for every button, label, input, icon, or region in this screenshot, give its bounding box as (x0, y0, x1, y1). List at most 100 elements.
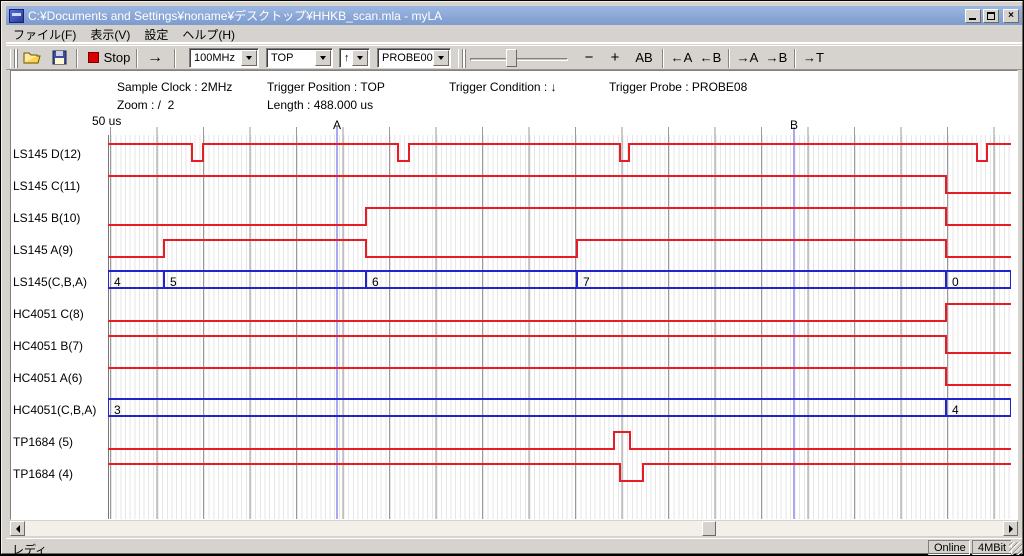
waveform-trace (108, 304, 1011, 321)
left-arrow-a-icon: ←A (671, 50, 693, 65)
status-bar: レディ Online 4MBit (6, 538, 1022, 555)
trigger-position-value: TOP (267, 52, 315, 64)
zoom-slider[interactable] (468, 48, 570, 69)
open-folder-icon (23, 50, 43, 65)
info-trigger-position: Trigger Position : TOP (267, 80, 385, 94)
bus-segment (577, 271, 946, 288)
dropdown-button[interactable] (241, 50, 257, 66)
toolbar-drag-handle[interactable] (10, 49, 15, 68)
info-sample-clock: Sample Clock : 2MHz (117, 80, 232, 94)
info-trigger-probe: Trigger Probe : PROBE08 (609, 80, 747, 94)
time-scale-label: 50 us (92, 114, 121, 128)
waveform-canvas: 4567034 (108, 135, 1011, 519)
minus-icon: − (585, 49, 594, 66)
waveform-trace (108, 176, 1011, 193)
stop-label: Stop (104, 50, 131, 65)
channel-label: HC4051(C,B,A) (13, 403, 108, 417)
status-online-badge: Online (928, 540, 970, 555)
info-zoom: Zoom : / 2 (117, 98, 174, 112)
scroll-right-button[interactable] (1003, 521, 1018, 536)
toolbar-separator (794, 49, 796, 68)
title-bar[interactable]: C:¥Documents and Settings¥noname¥デスクトップ¥… (6, 6, 1022, 25)
maximize-button[interactable] (983, 9, 999, 23)
channel-label: LS145 A(9) (13, 243, 108, 257)
toolbar-drag-handle[interactable] (458, 49, 463, 68)
waveform-trace (108, 208, 1011, 225)
status-memory-badge: 4MBit (972, 540, 1012, 555)
trigger-probe-select[interactable]: PROBE00 (377, 48, 451, 68)
save-file-button[interactable] (47, 46, 71, 69)
bus-segment (108, 399, 946, 416)
zoom-slider-thumb[interactable] (506, 49, 517, 67)
bus-value: 0 (952, 275, 959, 289)
trigger-position-select[interactable]: TOP (266, 48, 333, 68)
waveform-trace (108, 368, 1011, 385)
waveform-trace (108, 240, 1011, 257)
triangle-left-icon (16, 525, 20, 533)
plus-icon: + (611, 49, 620, 66)
maximize-icon (987, 12, 995, 20)
channel-label: TP1684 (4) (13, 467, 108, 481)
move-a-left-button[interactable]: ←A (668, 46, 695, 69)
info-trigger-condition: Trigger Condition : ↓ (449, 80, 557, 94)
bus-segment (366, 271, 577, 288)
single-run-button[interactable]: → (142, 46, 168, 69)
status-ready-text: レディ (12, 541, 47, 556)
zoom-ab-button[interactable]: AB (630, 46, 658, 69)
sample-clock-select[interactable]: 100MHz (189, 48, 259, 68)
stop-button[interactable]: Stop (84, 46, 134, 69)
left-arrow-b-icon: ←B (700, 50, 722, 65)
horizontal-scrollbar[interactable] (10, 521, 1018, 536)
channel-label: TP1684 (5) (13, 435, 108, 449)
app-icon (9, 9, 24, 23)
bus-value: 4 (114, 275, 121, 289)
chevron-down-icon (320, 56, 326, 60)
chevron-down-icon (357, 56, 363, 60)
zoom-in-button[interactable]: + (604, 46, 626, 69)
zoom-out-button[interactable]: − (578, 46, 600, 69)
ab-label: AB (635, 50, 652, 65)
waveform-trace (108, 144, 1011, 161)
scroll-left-button[interactable] (10, 521, 25, 536)
minimize-button[interactable] (965, 9, 981, 23)
menu-file[interactable]: ファイル(F) (6, 24, 83, 45)
move-a-right-button[interactable]: →A (734, 46, 761, 69)
right-arrow-b-icon: →B (766, 50, 788, 65)
bus-value: 4 (952, 403, 959, 417)
minimize-icon (969, 18, 976, 20)
resize-grip[interactable] (1009, 542, 1022, 555)
stop-icon (88, 52, 99, 63)
toolbar-separator (136, 49, 138, 68)
open-file-button[interactable] (20, 46, 46, 69)
bus-segment (164, 271, 366, 288)
sample-clock-value: 100MHz (190, 52, 241, 64)
menu-view[interactable]: 表示(V) (83, 24, 137, 45)
chevron-down-icon (246, 56, 252, 60)
chevron-down-icon (438, 56, 444, 60)
trigger-edge-value: ↑ (340, 52, 352, 64)
trigger-probe-value: PROBE00 (378, 52, 433, 64)
move-b-right-button[interactable]: →B (763, 46, 790, 69)
channel-label: LS145 C(11) (13, 179, 108, 193)
move-b-left-button[interactable]: ←B (697, 46, 724, 69)
channel-label: LS145 B(10) (13, 211, 108, 225)
trigger-edge-select[interactable]: ↑ (339, 48, 370, 68)
menu-settings[interactable]: 設定 (137, 24, 175, 45)
toolbar-separator (662, 49, 664, 68)
bus-value: 7 (583, 275, 590, 289)
channel-label: HC4051 C(8) (13, 307, 108, 321)
close-icon: × (1008, 11, 1014, 21)
right-arrow-a-icon: →A (737, 50, 759, 65)
menu-help[interactable]: ヘルプ(H) (175, 24, 242, 45)
goto-trigger-button[interactable]: →T (800, 46, 827, 69)
dropdown-button[interactable] (315, 50, 331, 66)
toolbar-separator (728, 49, 730, 68)
scrollbar-thumb[interactable] (702, 521, 716, 536)
bus-value: 3 (114, 403, 121, 417)
dropdown-button[interactable] (352, 50, 368, 66)
marker-a-label: A (331, 118, 343, 132)
triangle-right-icon (1009, 525, 1013, 533)
close-button[interactable]: × (1003, 9, 1019, 23)
app-window: C:¥Documents and Settings¥noname¥デスクトップ¥… (0, 0, 1024, 556)
dropdown-button[interactable] (433, 50, 449, 66)
